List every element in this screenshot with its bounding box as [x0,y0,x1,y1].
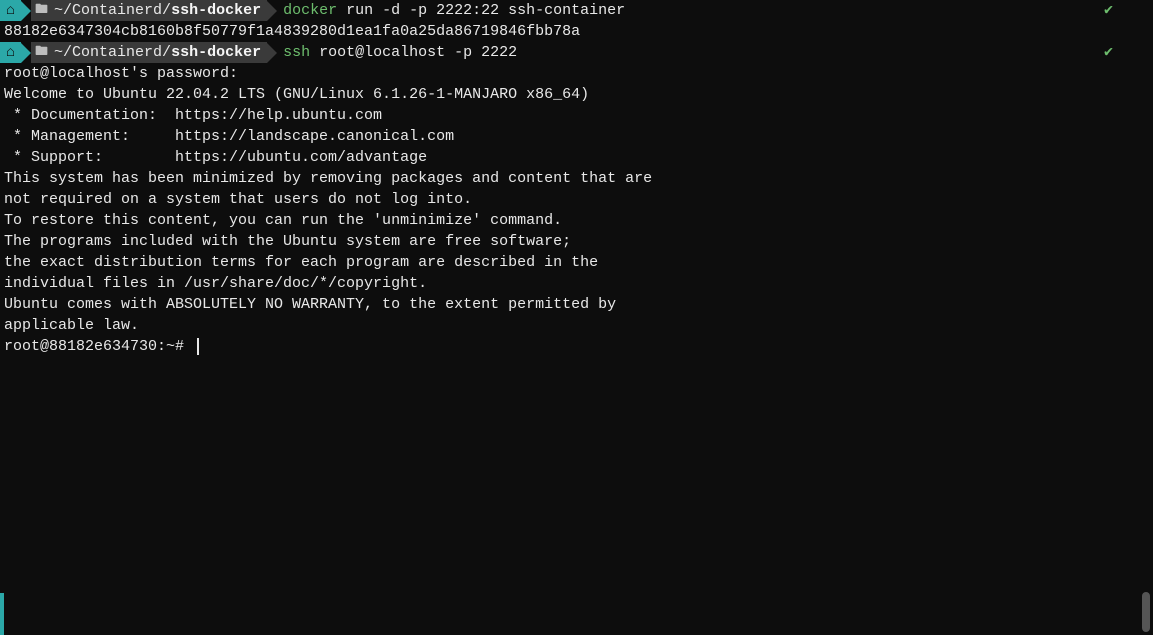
cwd-path-current: ssh-docker [171,0,261,21]
command-exe: docker [283,2,337,19]
shell-prompt[interactable]: root@88182e634730:~# [0,336,1153,357]
prompt-line-1: ⌂ 🖿 ~/Containerd/ssh-docker docker run -… [0,0,1153,21]
motd-line: individual files in /usr/share/doc/*/cop… [0,273,1153,294]
cwd-path-prefix: ~/Containerd/ [54,42,171,63]
output-container-id: 88182e6347304cb8160b8f50779f1a4839280d1e… [0,21,1153,42]
motd-line: * Support: https://ubuntu.com/advantage [0,147,1153,168]
chevron-right-icon [267,1,277,21]
left-indicator-bar [0,593,4,635]
prompt-line-2: ⌂ 🖿 ~/Containerd/ssh-docker ssh root@loc… [0,42,1153,63]
folder-icon: 🖿 [35,43,48,61]
motd-line: This system has been minimized by removi… [0,168,1153,189]
motd-line: applicable law. [0,315,1153,336]
motd-line: The programs included with the Ubuntu sy… [0,231,1153,252]
command-exe: ssh [283,44,310,61]
cursor-icon [197,338,199,355]
cwd-path-prefix: ~/Containerd/ [54,0,171,21]
shell-prompt-text: root@88182e634730:~# [4,338,193,355]
motd-line: Welcome to Ubuntu 22.04.2 LTS (GNU/Linux… [0,84,1153,105]
folder-icon: 🖿 [35,1,48,19]
scrollbar-thumb[interactable] [1142,592,1150,632]
chevron-right-icon [21,1,31,21]
motd-line: not required on a system that users do n… [0,189,1153,210]
ssh-password-prompt: root@localhost's password: [0,63,1153,84]
motd-line: the exact distribution terms for each pr… [0,252,1153,273]
motd-line: * Documentation: https://help.ubuntu.com [0,105,1153,126]
success-check-icon: ✔ [1104,0,1113,21]
command-args: run -d -p 2222:22 ssh-container [337,2,625,19]
command-text-2: ssh root@localhost -p 2222 [283,42,517,63]
terminal-pane[interactable]: ⌂ 🖿 ~/Containerd/ssh-docker docker run -… [0,0,1153,357]
command-text-1: docker run -d -p 2222:22 ssh-container [283,0,625,21]
chevron-right-icon [267,43,277,63]
success-check-icon: ✔ [1104,42,1113,63]
chevron-right-icon [21,43,31,63]
motd-line: * Management: https://landscape.canonica… [0,126,1153,147]
cwd-path-current: ssh-docker [171,42,261,63]
motd-line: To restore this content, you can run the… [0,210,1153,231]
cwd-segment: 🖿 ~/Containerd/ssh-docker [31,42,267,63]
cwd-segment: 🖿 ~/Containerd/ssh-docker [31,0,267,21]
command-args: root@localhost -p 2222 [310,44,517,61]
host-badge-icon: ⌂ [0,42,21,63]
host-badge-icon: ⌂ [0,0,21,21]
motd-line: Ubuntu comes with ABSOLUTELY NO WARRANTY… [0,294,1153,315]
